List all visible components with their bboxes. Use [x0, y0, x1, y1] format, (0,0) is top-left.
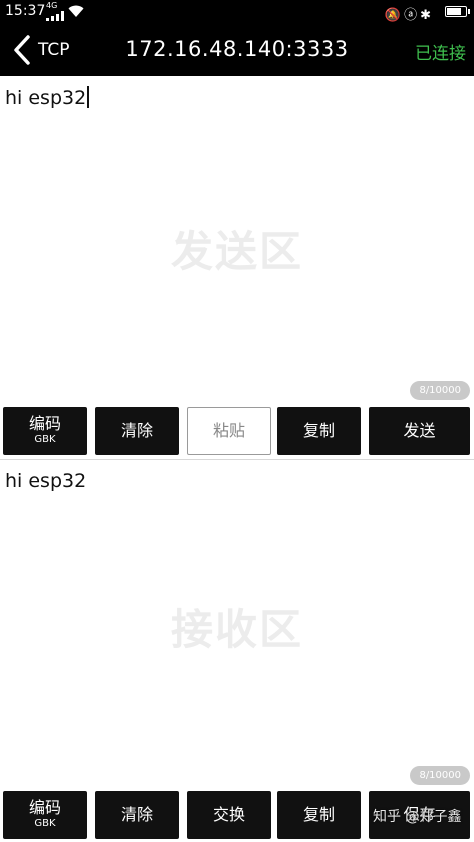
encoding-value: GBK [34, 434, 56, 445]
copy-label: 复制 [302, 805, 335, 824]
send-text: hi esp32 [5, 87, 87, 109]
send-label: 发送 [403, 421, 436, 440]
source-watermark: 知乎 @郑子鑫 [373, 809, 462, 825]
encoding-value: GBK [34, 818, 56, 829]
network-type-label: 4G [46, 1, 58, 10]
send-toolbar: 编码 GBK 清除 粘贴 复制 发送 [0, 407, 474, 457]
send-input[interactable]: hi esp32 [5, 86, 90, 109]
send-encoding-button[interactable]: 编码 GBK [3, 407, 87, 455]
receive-area-watermark: 接收区 [170, 605, 303, 654]
status-bar: 15:37 4G 🔕ⓐ✱ [0, 0, 474, 25]
top-nav-bar: TCP 172.16.48.140:3333 已连接 [0, 25, 474, 76]
receive-text: hi esp32 [5, 470, 87, 492]
connection-status[interactable]: 已连接 [415, 39, 466, 64]
server-address: 172.16.48.140:3333 [125, 37, 349, 61]
text-cursor [87, 86, 90, 108]
receive-area[interactable]: hi esp32 接收区 8/10000 [0, 460, 474, 788]
send-char-counter: 8/10000 [410, 381, 470, 400]
status-time: 15:37 [5, 3, 46, 19]
clear-label: 清除 [120, 421, 153, 440]
receive-clear-button[interactable]: 清除 [95, 791, 179, 839]
signal-icon [46, 11, 64, 21]
encoding-label: 编码 [28, 414, 61, 433]
swap-button[interactable]: 交换 [187, 791, 271, 839]
encoding-label: 编码 [28, 798, 61, 817]
receive-encoding-button[interactable]: 编码 GBK [3, 791, 87, 839]
send-area-watermark: 发送区 [170, 227, 303, 276]
paste-button[interactable]: 粘贴 [187, 407, 271, 455]
copy-label: 复制 [302, 421, 335, 440]
send-clear-button[interactable]: 清除 [95, 407, 179, 455]
send-copy-button[interactable]: 复制 [277, 407, 361, 455]
swap-label: 交换 [212, 805, 245, 824]
paste-label: 粘贴 [212, 421, 245, 440]
receive-char-counter: 8/10000 [410, 766, 470, 785]
wifi-icon [68, 5, 84, 17]
battery-icon [445, 6, 470, 17]
clear-label: 清除 [120, 805, 153, 824]
status-icons: 🔕ⓐ✱ [384, 8, 434, 23]
receive-copy-button[interactable]: 复制 [277, 791, 361, 839]
send-area[interactable]: hi esp32 发送区 8/10000 [0, 76, 474, 402]
send-button[interactable]: 发送 [369, 407, 470, 455]
